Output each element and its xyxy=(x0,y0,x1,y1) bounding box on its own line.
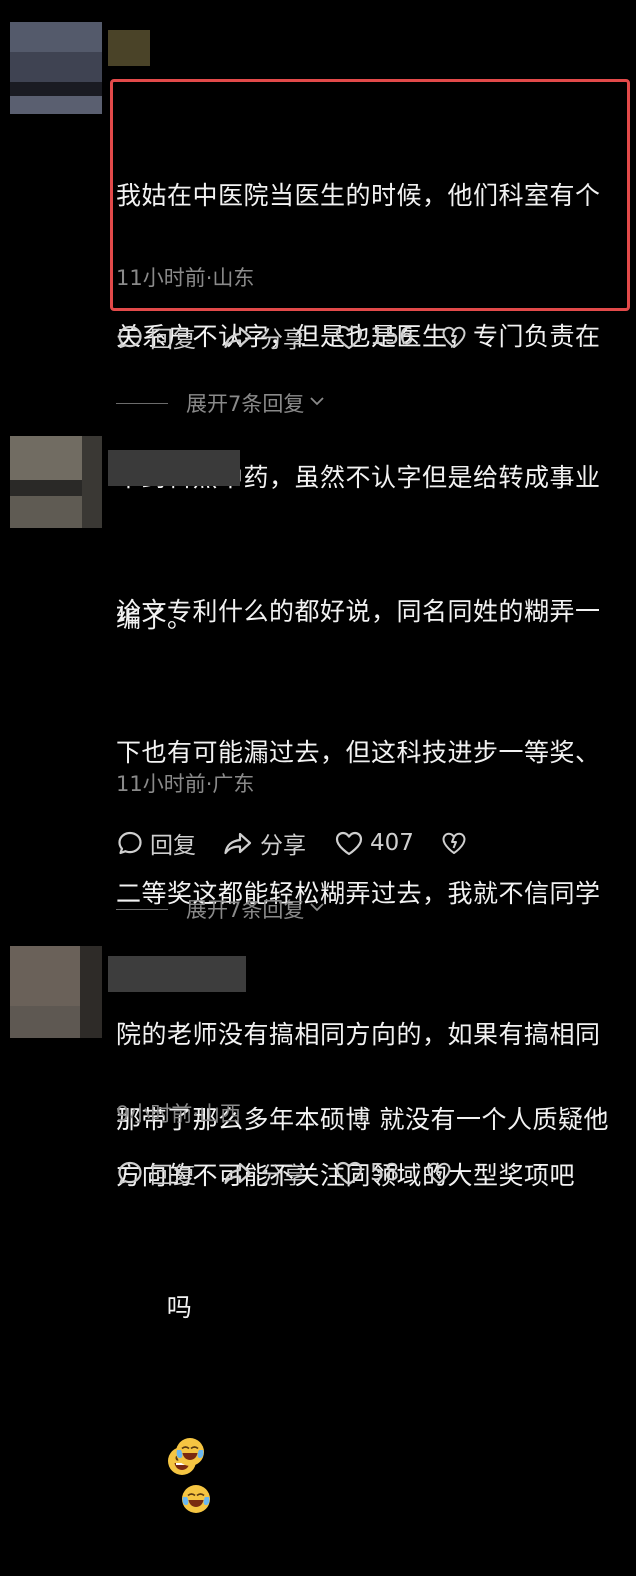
share-button[interactable]: 分享 xyxy=(222,1156,306,1190)
avatar[interactable] xyxy=(10,946,102,1038)
highlight-box xyxy=(110,79,630,311)
broken-heart-icon xyxy=(440,323,468,351)
share-label: 分享 xyxy=(260,1163,306,1189)
comment-bubble-icon xyxy=(116,1159,144,1187)
reply-button[interactable]: 回复 xyxy=(116,1156,196,1190)
comment-actions: 回复 分享 156 xyxy=(116,320,468,354)
expand-replies-button[interactable]: 展开7条回复 xyxy=(116,894,326,924)
broken-heart-icon xyxy=(425,1159,453,1187)
comment-text-line: 论文专利什么的都好说，同名同姓的糊弄一 xyxy=(116,597,601,626)
avatar[interactable] xyxy=(10,22,102,114)
reply-button[interactable]: 回复 xyxy=(116,826,196,860)
reply-label: 回复 xyxy=(150,327,196,353)
divider-line xyxy=(116,908,168,910)
like-button[interactable]: 156 xyxy=(334,323,414,351)
comment-bubble-icon xyxy=(116,829,144,857)
chevron-down-icon xyxy=(308,897,326,921)
share-label: 分享 xyxy=(260,327,306,353)
like-count: 58 xyxy=(370,1160,400,1186)
comment-meta: 11小时前·广东 xyxy=(116,772,255,796)
avatar[interactable] xyxy=(10,436,102,528)
share-label: 分享 xyxy=(260,833,306,859)
expand-label: 展开7条回复 xyxy=(186,898,305,922)
comment-text-line: 吗 xyxy=(116,1237,622,1513)
like-count: 156 xyxy=(370,324,414,350)
like-button[interactable]: 407 xyxy=(334,829,414,857)
comment-actions: 回复 分享 407 xyxy=(116,826,468,860)
tears-of-joy-emoji xyxy=(175,1341,205,1466)
broken-heart-icon xyxy=(440,829,468,857)
dislike-button[interactable] xyxy=(440,323,468,351)
username-blurred[interactable] xyxy=(108,30,150,66)
username-blurred[interactable] xyxy=(108,956,246,992)
heart-icon xyxy=(334,829,364,857)
tears-of-joy-emoji xyxy=(181,1388,211,1513)
reply-label: 回复 xyxy=(150,833,196,859)
heart-icon xyxy=(334,1159,364,1187)
comment-actions: 回复 分享 58 xyxy=(116,1156,453,1190)
like-count: 407 xyxy=(370,830,414,856)
chevron-down-icon xyxy=(308,391,326,415)
comment-text-fragment: 吗 xyxy=(166,1293,193,1322)
heart-icon xyxy=(334,323,364,351)
comment-bubble-icon xyxy=(116,323,144,351)
share-arrow-icon xyxy=(222,829,254,857)
dislike-button[interactable] xyxy=(425,1159,453,1187)
share-button[interactable]: 分享 xyxy=(222,826,306,860)
comment-text: 那带了那么多年本硕博 就没有一个人质疑他 吗 xyxy=(116,1002,622,1566)
dislike-button[interactable] xyxy=(440,829,468,857)
username-blurred[interactable] xyxy=(108,450,240,486)
expand-label: 展开7条回复 xyxy=(186,392,305,416)
reply-button[interactable]: 回复 xyxy=(116,320,196,354)
divider-line xyxy=(116,402,168,404)
like-button[interactable]: 58 xyxy=(334,1159,399,1187)
share-arrow-icon xyxy=(222,1159,254,1187)
share-button[interactable]: 分享 xyxy=(222,320,306,354)
expand-replies-button[interactable]: 展开7条回复 xyxy=(116,388,326,418)
comment-meta: 9小时前·山西 xyxy=(116,1102,242,1126)
reply-label: 回复 xyxy=(150,1163,196,1189)
share-arrow-icon xyxy=(222,323,254,351)
